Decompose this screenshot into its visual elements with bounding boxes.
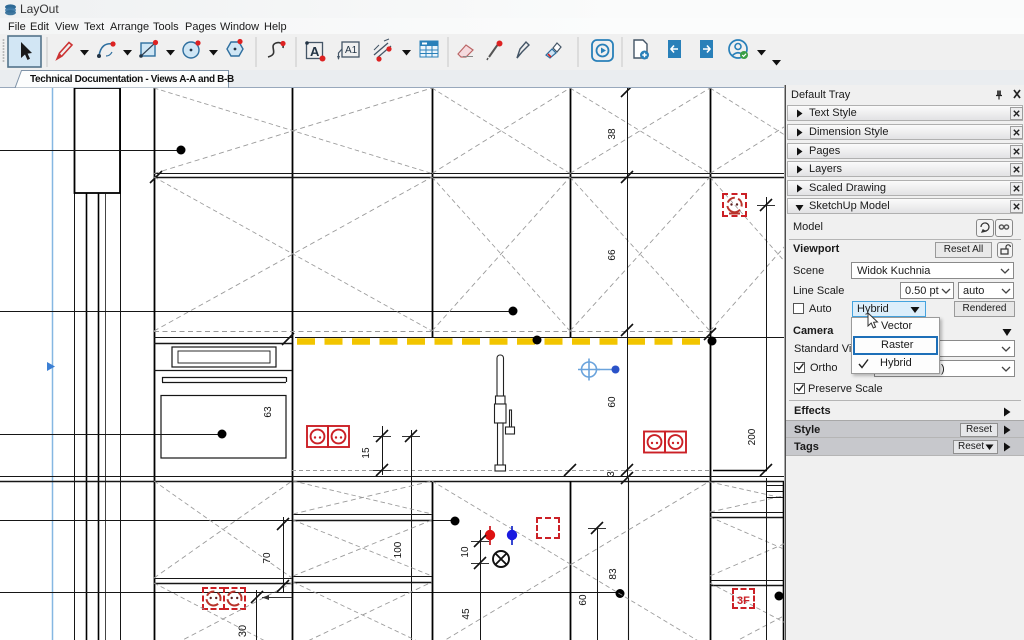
svg-text:60: 60 [578, 594, 589, 606]
svg-text:63: 63 [263, 406, 274, 418]
svg-text:A1: A1 [345, 45, 358, 56]
svg-text:100: 100 [393, 541, 404, 558]
svg-text:3: 3 [606, 471, 617, 477]
svg-text:60: 60 [607, 396, 618, 408]
svg-text:30: 30 [237, 625, 249, 637]
svg-text:66: 66 [607, 249, 618, 261]
svg-text:15: 15 [361, 447, 372, 459]
svg-text:3F: 3F [737, 595, 750, 607]
svg-text:70: 70 [262, 552, 273, 564]
svg-text:200: 200 [747, 428, 758, 445]
svg-text:10: 10 [460, 546, 471, 558]
svg-text:83: 83 [608, 568, 619, 580]
svg-text:38: 38 [607, 128, 618, 140]
svg-text:45: 45 [461, 608, 472, 620]
svg-text:A: A [310, 44, 320, 59]
